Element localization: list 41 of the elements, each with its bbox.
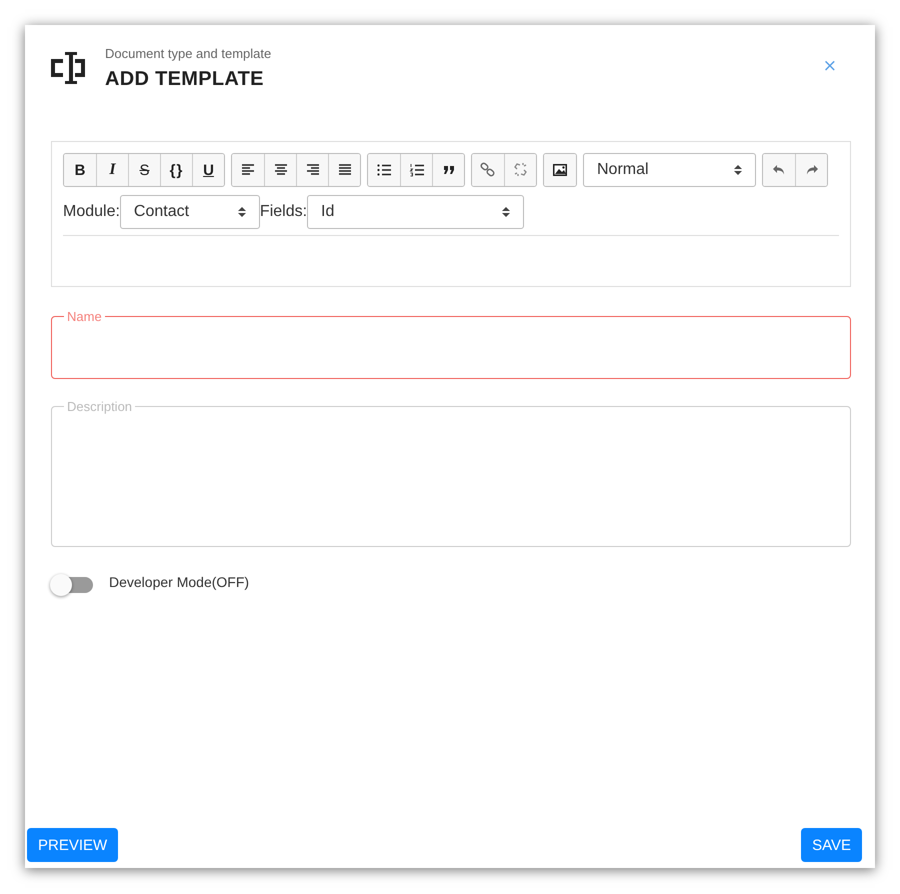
fields-label: Fields:: [260, 203, 308, 221]
numbered-list-button[interactable]: [400, 154, 432, 186]
underline-button[interactable]: U: [192, 154, 224, 186]
style-select[interactable]: Normal: [583, 153, 756, 187]
quote-button[interactable]: [432, 154, 464, 186]
align-right-button[interactable]: [296, 154, 328, 186]
module-label: Module:: [63, 203, 120, 221]
redo-button[interactable]: [795, 154, 827, 186]
bullet-list-button[interactable]: [368, 154, 400, 186]
select-value: Id: [321, 203, 334, 221]
module-select[interactable]: Contact: [120, 195, 260, 229]
align-center-button[interactable]: [264, 154, 296, 186]
field-label: Description: [66, 399, 134, 414]
toggle-switch[interactable]: [53, 577, 93, 593]
sort-arrows-icon: [501, 206, 512, 218]
unlink-icon: [512, 162, 528, 178]
sort-arrows-icon: [733, 164, 743, 176]
link-icon: [480, 162, 496, 178]
code-button[interactable]: {}: [160, 154, 192, 186]
image-icon: [552, 162, 568, 178]
toggle-label: Developer Mode(OFF): [109, 574, 250, 590]
preview-button[interactable]: PREVIEW: [27, 828, 118, 862]
bold-button[interactable]: B: [64, 154, 96, 186]
fields-select[interactable]: Id: [307, 195, 524, 229]
dialog-subtitle: Document type and template: [105, 46, 272, 61]
justify-button[interactable]: [328, 154, 360, 186]
template-icon: [49, 49, 87, 87]
sort-arrows-icon: [236, 206, 247, 218]
undo-button[interactable]: [763, 154, 795, 186]
save-button[interactable]: SAVE: [801, 828, 862, 862]
bullet-list-icon: [376, 162, 392, 178]
select-value: Contact: [134, 203, 190, 221]
italic-button[interactable]: I: [96, 154, 128, 186]
field-label: Name: [66, 309, 103, 324]
unlink-button[interactable]: [504, 154, 536, 186]
dialog-title: ADD TEMPLATE: [105, 68, 265, 91]
numbered-list-icon: [408, 162, 424, 178]
select-value: Normal: [597, 161, 649, 179]
link-button[interactable]: [472, 154, 504, 186]
align-left-button[interactable]: [232, 154, 264, 186]
strikethrough-button[interactable]: S: [128, 154, 160, 186]
